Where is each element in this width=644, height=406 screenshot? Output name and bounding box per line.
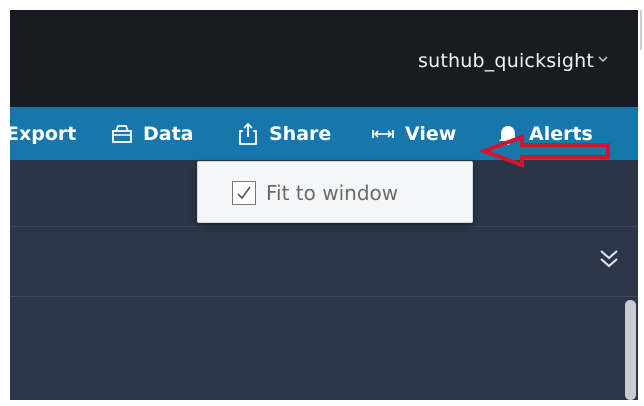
fit-to-window-option[interactable]: Fit to window: [232, 178, 398, 208]
data-label: Data: [143, 122, 194, 145]
account-name[interactable]: suthub_quicksight: [418, 50, 594, 72]
fit-arrows-icon: [372, 129, 394, 138]
content-filter-row: [10, 227, 638, 297]
content-body: [10, 297, 638, 400]
data-button[interactable]: Data: [111, 107, 194, 160]
fit-to-window-checkbox[interactable]: [232, 181, 256, 205]
double-chevron-down-icon[interactable]: [598, 248, 620, 270]
export-button[interactable]: Export: [10, 107, 76, 160]
view-label: View: [405, 122, 457, 145]
view-dropdown-menu: Fit to window: [197, 161, 473, 223]
fit-to-window-label: Fit to window: [266, 181, 399, 205]
export-label: Export: [10, 122, 77, 145]
vertical-scrollbar[interactable]: [625, 300, 636, 400]
checkmark-icon: [237, 186, 251, 200]
database-icon: [112, 124, 132, 143]
share-button[interactable]: Share: [237, 107, 331, 160]
top-bar: suthub_quicksight: [10, 10, 638, 107]
share-icon: [239, 122, 257, 145]
window-edge-line: [640, 10, 642, 50]
share-label: Share: [269, 122, 332, 145]
view-button[interactable]: View: [371, 107, 456, 160]
app-window: suthub_quicksight Export Data Share View…: [10, 10, 638, 400]
red-arrow-left-icon: [480, 134, 610, 168]
chevron-down-icon[interactable]: [598, 54, 608, 64]
window-edge: [638, 0, 644, 406]
